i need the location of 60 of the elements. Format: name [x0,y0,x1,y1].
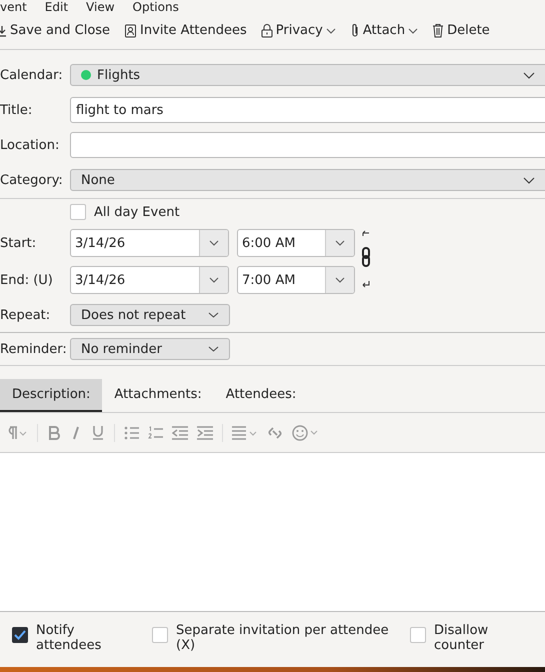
menu-item[interactable]: View [86,0,115,15]
field-label: Reminder: [0,342,68,357]
chevron-down-icon [208,312,219,318]
field-label: End: (U) [0,272,54,288]
field-label: Start: [0,236,38,251]
numbered-list-icon[interactable] [148,426,163,440]
field-label: Repeat: [0,308,52,323]
menu-item[interactable]: vent [0,0,27,15]
lock-icon [260,23,273,38]
toolbar-button[interactable]: Privacy [260,23,336,38]
checkbox-label: All day Event [94,204,180,220]
chevron-down-icon [523,72,535,79]
checkbox-label: Notify attendees [36,623,102,654]
location-field[interactable] [70,132,545,158]
tab[interactable]: Attachments: [102,379,214,412]
checkbox-label: Separate invitation per attendee (X) [176,623,390,654]
underline-icon[interactable] [91,425,105,440]
bold-icon[interactable] [47,426,61,440]
chevron-down-icon [209,240,219,246]
download-icon [0,24,7,37]
category-dropdown[interactable]: None [70,169,545,192]
menu-item[interactable]: Options [132,0,179,15]
reminder-dropdown[interactable]: No reminder [70,338,230,360]
checkbox-label: Disallow counter [434,623,490,654]
toolbar-button[interactable]: Save and Close [0,23,110,38]
chevron-down-icon [408,28,418,34]
chevron-down-icon [326,28,336,34]
align-icon[interactable] [232,426,258,440]
link-icon[interactable] [267,424,283,441]
toolbar-button[interactable]: Invite Attendees [124,23,247,38]
italic-icon[interactable] [70,426,82,440]
chevron-down-icon [523,176,535,184]
field-label: Category: [0,172,64,188]
paperclip-icon [350,23,360,38]
chevron-down-icon [335,277,345,284]
field-label: Calendar: [0,68,64,83]
time-picker[interactable]: 6:00 AM [237,229,355,258]
date-picker[interactable]: 3/14/26 [70,266,229,294]
address-book-icon [124,24,138,38]
bulleted-list-icon[interactable] [124,426,139,440]
checkbox[interactable] [12,627,28,644]
chevron-down-icon [335,240,345,246]
title-field[interactable]: flight to mars [70,97,545,124]
tab[interactable]: Attendees: [214,379,308,412]
menu-item[interactable]: Edit [44,0,68,15]
toolbar-button[interactable]: Attach [350,23,418,38]
date-picker[interactable]: 3/14/26 [70,229,229,258]
field-label: Location: [0,138,60,153]
smiley-icon[interactable] [292,424,320,441]
indent-icon[interactable] [197,426,213,440]
repeat-dropdown[interactable]: Does not repeat [70,304,230,326]
tab[interactable]: Description: [0,379,102,412]
chevron-down-icon [209,277,219,284]
time-picker[interactable]: 7:00 AM [237,266,355,294]
trash-icon [432,23,444,38]
outdent-icon[interactable] [172,426,188,440]
toolbar-button[interactable]: Delete [432,23,490,38]
chevron-down-icon [208,346,219,352]
calendar-dropdown[interactable]: Flights [70,64,545,86]
field-label: Title: [0,102,34,118]
